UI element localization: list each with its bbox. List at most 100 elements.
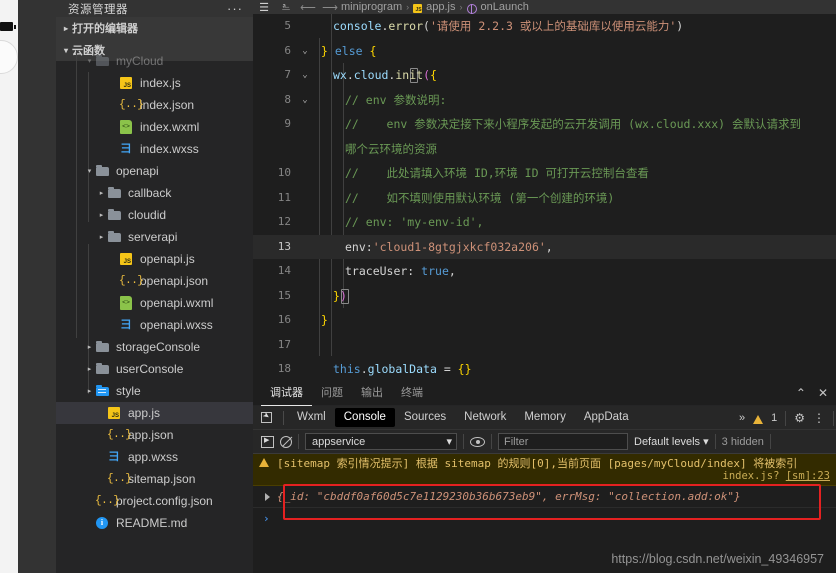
breadcrumb-file[interactable]: app.js (426, 1, 455, 13)
panel-tab-3[interactable]: 终端 (392, 380, 432, 406)
chevron-right-icon[interactable]: ▸ (96, 211, 107, 219)
chevron-right-icon[interactable]: ▸ (84, 387, 95, 395)
code-line[interactable]: 5 console.error('请使用 2.2.3 或以上的基础库以使用云能力'… (253, 14, 836, 39)
filter-input[interactable]: Filter (498, 433, 628, 450)
fold-toggle-icon[interactable] (297, 235, 313, 260)
chevron-up-icon[interactable]: ⌃ (796, 386, 806, 400)
tree-item[interactable]: 彐 index.wxss (56, 138, 253, 160)
fold-toggle-icon[interactable] (297, 357, 313, 380)
chevron-right-icon[interactable]: ▸ (96, 233, 107, 241)
devtools-tab-4[interactable]: Memory (515, 408, 575, 427)
chevron-right-icon[interactable]: ▸ (84, 365, 95, 373)
code-line[interactable]: 12 // env: 'my-env-id', (253, 210, 836, 235)
tree-item[interactable]: 彐 openapi.wxss (56, 314, 253, 336)
section-open-editors[interactable]: ▸ 打开的编辑器 (56, 17, 253, 39)
tree-item[interactable]: {..} sitemap.json (56, 468, 253, 490)
fold-toggle-icon[interactable] (297, 210, 313, 235)
code-line[interactable]: 16} (253, 308, 836, 333)
devtools-tab-5[interactable]: AppData (575, 408, 638, 427)
tree-item[interactable]: openapi.wxml (56, 292, 253, 314)
tree-item[interactable]: {..} index.json (56, 94, 253, 116)
tree-item[interactable]: ▸ cloudid (56, 204, 253, 226)
panel-tab-1[interactable]: 问题 (312, 380, 352, 406)
devtools-tab-0[interactable]: Wxml (288, 408, 335, 427)
chevron-down-icon: ▾ (446, 436, 452, 448)
tree-item[interactable]: index.wxml (56, 116, 253, 138)
fold-toggle-icon[interactable]: ⌄ (297, 39, 313, 64)
forward-arrow-icon[interactable]: ⟶ (319, 1, 341, 14)
code-line[interactable]: 7 ⌄ wx.cloud.init({ (253, 63, 836, 88)
gear-icon[interactable]: ⚙ (794, 411, 805, 425)
inspect-element-icon[interactable] (253, 406, 279, 430)
log-entry-warning[interactable]: [sitemap 索引情况提示] 根据 sitemap 的规则[0],当前页面 … (253, 454, 836, 486)
fold-toggle-icon[interactable]: ⌄ (297, 63, 313, 88)
clear-console-icon[interactable] (280, 435, 292, 448)
code-line[interactable]: 11 // 如不填则使用默认环境 (第一个创建的环境) (253, 186, 836, 211)
code-line[interactable]: 14 traceUser: true, (253, 259, 836, 284)
tree-item[interactable]: ▾ myCloud (56, 50, 253, 72)
devtools-tab-2[interactable]: Sources (395, 408, 455, 427)
home-button[interactable] (0, 40, 18, 74)
breadcrumb-symbol[interactable]: onLaunch (481, 1, 529, 13)
fold-toggle-icon[interactable] (297, 161, 313, 186)
code-lines[interactable]: 5 console.error('请使用 2.2.3 或以上的基础库以使用云能力'… (253, 14, 836, 380)
tree-item[interactable]: {..} project.config.json (56, 490, 253, 512)
tree-item[interactable]: README.md (56, 512, 253, 534)
code-line[interactable]: 18 this.globalData = {} (253, 357, 836, 380)
code-line[interactable]: 15}) (253, 284, 836, 309)
tree-item[interactable]: {..} app.json (56, 424, 253, 446)
code-line[interactable]: 6 ⌄} else { (253, 39, 836, 64)
tree-item[interactable]: ▾ openapi (56, 160, 253, 182)
tree-item[interactable]: {..} openapi.json (56, 270, 253, 292)
log-entry-object[interactable]: {_id: "cbddf0af60d5c7e1129230b36b673eb9"… (253, 486, 836, 508)
code-text: } (313, 308, 836, 333)
bookmark-icon[interactable]: ⎁ (275, 1, 297, 14)
fold-toggle-icon[interactable] (297, 14, 313, 39)
code-line[interactable]: 13 env:'cloud1-8gtgjxkcf032a206', (253, 234, 836, 260)
tree-item[interactable]: ▸ serverapi (56, 226, 253, 248)
console-prompt[interactable]: › (253, 508, 836, 528)
fold-toggle-icon[interactable] (297, 259, 313, 284)
tree-item[interactable]: ▸ storageConsole (56, 336, 253, 358)
chevron-down-icon[interactable]: ▾ (84, 57, 95, 65)
code-line[interactable]: 17 (253, 333, 836, 358)
chevron-down-icon[interactable]: ▾ (84, 167, 95, 175)
devtools-tab-3[interactable]: Network (455, 408, 515, 427)
tree-item[interactable]: ▸ callback (56, 182, 253, 204)
fold-toggle-icon[interactable] (297, 333, 313, 358)
context-select[interactable]: appservice ▾ (305, 433, 457, 450)
more-vertical-icon[interactable]: ⋮ (813, 412, 825, 424)
log-source-link[interactable]: index.js? [sm]:23 (723, 469, 831, 484)
overflow-tabs-icon[interactable]: » (739, 412, 745, 424)
tree-item[interactable]: index.js (56, 72, 253, 94)
close-icon[interactable]: ✕ (818, 386, 828, 400)
panel-tab-0[interactable]: 调试器 (261, 380, 312, 406)
levels-select[interactable]: Default levels ▾ (634, 435, 709, 448)
devtools-tab-1[interactable]: Console (334, 408, 395, 427)
code-line[interactable]: 9 // env 参数决定接下来小程序发起的云开发调用 (wx.cloud.xxx… (253, 112, 836, 137)
fold-toggle-icon[interactable] (297, 284, 313, 309)
fold-toggle-icon[interactable] (297, 186, 313, 211)
eye-icon[interactable] (470, 436, 485, 447)
fold-toggle-icon[interactable] (297, 308, 313, 333)
more-actions-icon[interactable]: ··· (227, 2, 243, 15)
fold-toggle-icon[interactable] (297, 137, 313, 162)
chevron-right-icon[interactable]: ▸ (96, 189, 107, 197)
tree-item[interactable]: openapi.js (56, 248, 253, 270)
chevron-right-icon[interactable]: ▸ (84, 343, 95, 351)
fold-toggle-icon[interactable] (297, 112, 313, 137)
expand-triangle-icon[interactable] (265, 493, 270, 501)
tree-item[interactable]: ▸ userConsole (56, 358, 253, 380)
tree-item[interactable]: ▸ style (56, 380, 253, 402)
panel-tab-2[interactable]: 输出 (352, 380, 392, 406)
tree-item[interactable]: 彐 app.wxss (56, 446, 253, 468)
code-line[interactable]: 8 ⌄ // env 参数说明: (253, 88, 836, 113)
fold-toggle-icon[interactable]: ⌄ (297, 88, 313, 113)
breadcrumb-root[interactable]: miniprogram (341, 1, 402, 13)
code-line[interactable]: 哪个云环境的资源 (253, 137, 836, 162)
tree-item[interactable]: app.js (56, 402, 253, 424)
code-line[interactable]: 10 // 此处请填入环境 ID,环境 ID 可打开云控制台查看 (253, 161, 836, 186)
back-arrow-icon[interactable]: ⟵ (297, 1, 319, 14)
execute-icon[interactable] (261, 435, 274, 448)
menu-icon[interactable]: ☰ (253, 1, 275, 14)
